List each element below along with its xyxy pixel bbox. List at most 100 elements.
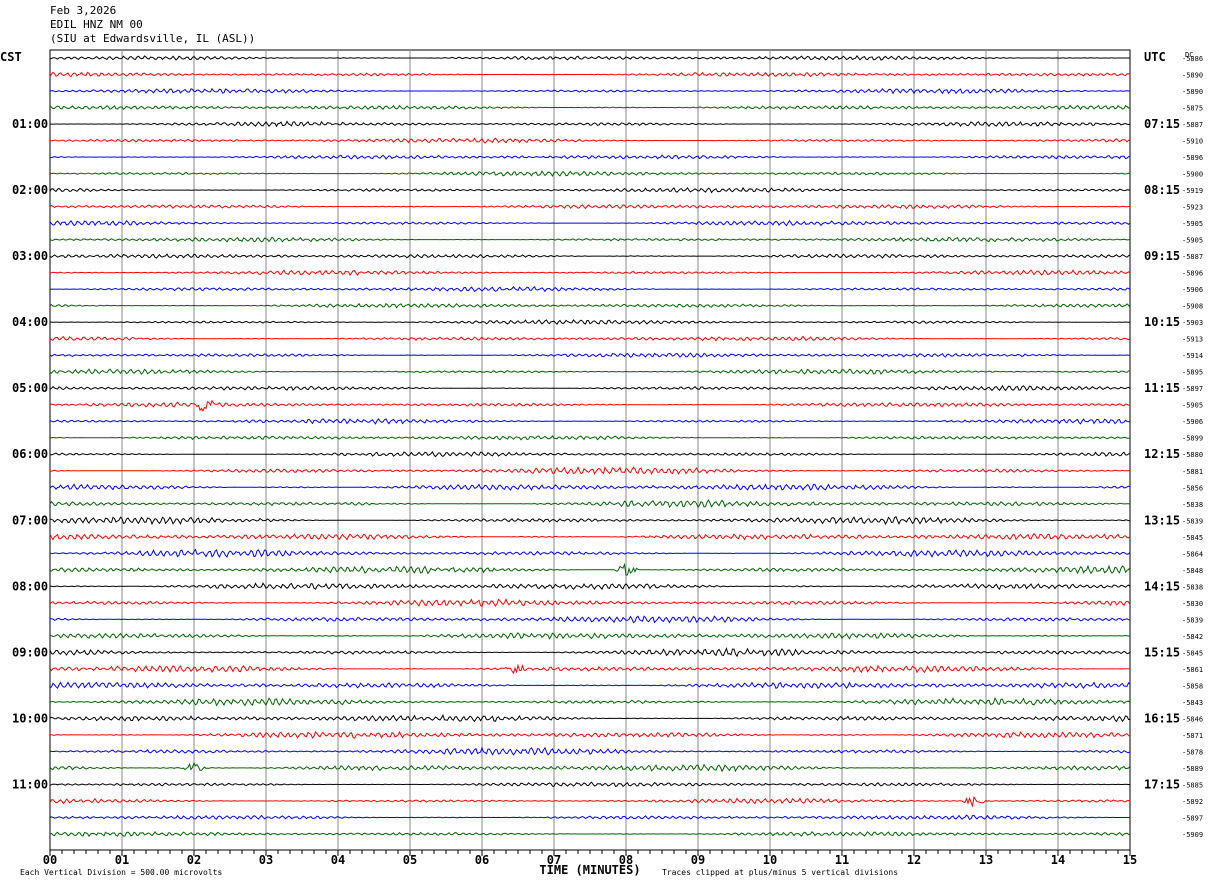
seismic-trace	[49, 87, 1131, 95]
dc-offset-label: -5848	[1182, 567, 1203, 575]
seismic-trace	[49, 663, 1130, 675]
x-tick-label: 09	[691, 853, 705, 867]
seismic-trace	[49, 466, 1131, 476]
cst-hour-label: 01:00	[12, 117, 48, 131]
dc-offset-label: -5913	[1182, 336, 1203, 344]
seismic-trace	[49, 335, 1131, 342]
dc-offset-label: -5846	[1182, 715, 1203, 723]
seismic-trace	[49, 681, 1131, 690]
seismic-trace	[49, 598, 1131, 608]
dc-offset-label: -5830	[1182, 600, 1203, 608]
dc-offset-label: -5923	[1182, 204, 1203, 212]
dc-offset-label: -5838	[1182, 501, 1203, 509]
dc-offset-label: -5864	[1182, 550, 1203, 558]
x-tick-label: 12	[907, 853, 921, 867]
x-tick-label: 00	[43, 853, 57, 867]
utc-hour-label: 07:15	[1144, 117, 1180, 131]
seismic-trace	[49, 781, 1131, 787]
seismic-trace	[49, 319, 1130, 326]
utc-hour-label: 12:15	[1144, 447, 1180, 461]
dc-offset-label: -5887	[1182, 121, 1203, 129]
seismic-trace	[49, 515, 1131, 526]
vertical-scale-note: Each Vertical Division = 500.00 microvol…	[20, 868, 222, 877]
dc-offset-label: -5897	[1182, 814, 1203, 822]
cst-hour-label: 02:00	[12, 183, 48, 197]
utc-hour-label: 08:15	[1144, 183, 1180, 197]
helicorder-plot: 00 01 02 03 04 05 06 07 08 09 10 11 12 13 14 15CST UTC DC…	[0, 49, 1203, 877]
dc-offset-label: -5899	[1182, 435, 1203, 443]
dc-offset-label: -5842	[1182, 633, 1203, 641]
cst-hour-label: 09:00	[12, 645, 48, 659]
dc-offset-label: -5843	[1182, 699, 1203, 707]
dc-offset-label: -5914	[1182, 352, 1203, 360]
cst-hour-label: 06:00	[12, 447, 48, 461]
dc-offset-label: -5900	[1182, 171, 1203, 179]
dc-offset-label: -5896	[1182, 270, 1203, 278]
seismic-trace	[49, 730, 1131, 739]
dc-offset-label: -5905	[1182, 237, 1203, 245]
seismic-trace	[49, 399, 1131, 412]
x-tick-label: 11	[835, 853, 849, 867]
seismic-trace	[49, 170, 1131, 177]
seismic-trace	[49, 154, 1131, 160]
x-tick-label: 03	[259, 853, 273, 867]
seismic-trace	[49, 713, 1131, 723]
dc-offset-label: -5906	[1182, 418, 1203, 426]
dc-offset-label: -5910	[1182, 138, 1203, 146]
dc-offset-label: -5890	[1182, 88, 1203, 96]
utc-hour-label: 14:15	[1144, 579, 1180, 593]
seismic-trace	[49, 203, 1131, 210]
x-tick-label: 04	[331, 853, 345, 867]
dc-offset-label: -5878	[1182, 748, 1203, 756]
dc-offset-label: -5881	[1182, 468, 1203, 476]
dc-offset-label: -5858	[1182, 682, 1203, 690]
dc-offset-label: -5903	[1182, 319, 1203, 327]
dc-offset-label: -5856	[1182, 484, 1203, 492]
seismic-trace	[49, 632, 1131, 640]
seismic-trace	[49, 285, 1131, 293]
cst-label: CST	[0, 50, 22, 64]
seismic-trace	[49, 368, 1131, 375]
seismic-trace	[49, 236, 1131, 243]
utc-hour-label: 17:15	[1144, 777, 1180, 791]
utc-hour-label: 10:15	[1144, 315, 1180, 329]
seismic-trace	[49, 71, 1131, 78]
cst-hour-label: 07:00	[12, 513, 48, 527]
seismic-trace	[49, 548, 1131, 558]
utc-hour-label: 13:15	[1144, 513, 1180, 527]
seismic-trace	[49, 533, 1131, 541]
seismic-trace	[49, 615, 1131, 624]
seismic-trace	[49, 186, 1131, 194]
seismic-trace	[49, 582, 1131, 590]
dc-offset-label: -5919	[1182, 187, 1203, 195]
dc-offset-label: -5897	[1182, 385, 1203, 393]
dc-offset-label: -5839	[1182, 616, 1203, 624]
utc-label: UTC	[1144, 50, 1166, 64]
x-tick-label: 02	[187, 853, 201, 867]
x-tick-label: 15	[1123, 853, 1137, 867]
dc-offset-label: -5906	[1182, 286, 1203, 294]
dc-offset-label: -5908	[1182, 303, 1203, 311]
cst-hour-label: 08:00	[12, 579, 48, 593]
seismic-trace	[49, 269, 1131, 277]
cst-hour-label: 04:00	[12, 315, 48, 329]
dc-offset-label: -5845	[1182, 649, 1203, 657]
dc-offset-label: -5909	[1182, 831, 1203, 839]
dc-offset-label: -5890	[1182, 72, 1203, 80]
dc-offset-label: -5887	[1182, 253, 1203, 261]
x-tick-label: 06	[475, 853, 489, 867]
seismic-trace	[49, 219, 1131, 227]
cst-hour-label: 03:00	[12, 249, 48, 263]
seismic-trace	[49, 762, 1131, 773]
dc-offset-label: -5892	[1182, 798, 1203, 806]
seismic-trace	[49, 795, 1131, 808]
dc-offset-label: -5905	[1182, 402, 1203, 410]
cst-hour-label: 10:00	[12, 711, 48, 725]
seismic-trace	[49, 302, 1131, 309]
seismic-trace	[49, 647, 1131, 658]
seismic-trace	[49, 483, 1131, 491]
seismic-trace	[49, 384, 1131, 392]
seismic-trace	[49, 418, 1131, 425]
dc-offset-label: -5889	[1182, 765, 1203, 773]
x-tick-label: 14	[1051, 853, 1065, 867]
